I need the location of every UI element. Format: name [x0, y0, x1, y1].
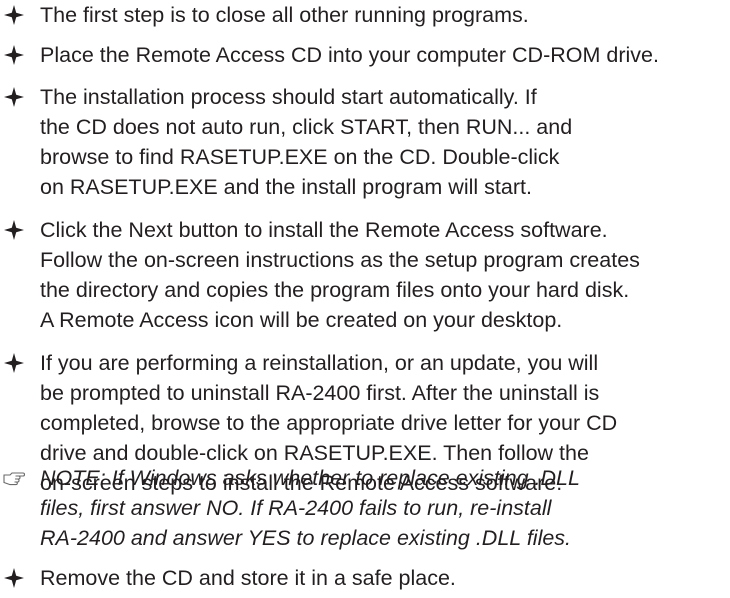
four-point-star-icon	[3, 40, 25, 70]
text-line: completed, browse to the appropriate dri…	[40, 411, 618, 435]
pointing-hand-icon	[3, 463, 25, 493]
four-point-star-icon	[3, 215, 25, 245]
text-line: be prompted to uninstall RA-2400 first. …	[40, 381, 600, 405]
four-point-star-icon	[3, 0, 25, 30]
step-text: Remove the CD and store it in a safe pla…	[40, 563, 730, 593]
four-point-star-icon	[3, 82, 25, 112]
text-line: on RASETUP.EXE and the install program w…	[40, 175, 532, 199]
text-line: Follow the on-screen instructions as the…	[40, 248, 640, 272]
step-text: Place the Remote Access CD into your com…	[40, 40, 730, 70]
text-line: files, first answer NO. If RA-2400 fails…	[40, 496, 552, 520]
four-point-star-icon	[3, 348, 25, 378]
text-line: The installation process should start au…	[40, 85, 537, 109]
note-text: NOTE: If Windows asks whether to replace…	[40, 463, 730, 553]
step-text: Click the Next button to install the Rem…	[40, 215, 730, 335]
text-line: A Remote Access icon will be created on …	[40, 308, 563, 332]
text-line: the CD does not auto run, click START, t…	[40, 115, 573, 139]
step-text: The first step is to close all other run…	[40, 0, 730, 30]
step-text: The installation process should start au…	[40, 82, 730, 202]
text-line: Place the Remote Access CD into your com…	[40, 43, 659, 67]
text-line: RA-2400 and answer YES to replace existi…	[40, 526, 572, 550]
text-line: Remove the CD and store it in a safe pla…	[40, 566, 456, 590]
text-line: the directory and copies the program fil…	[40, 278, 630, 302]
four-point-star-icon	[3, 563, 25, 593]
text-line: browse to find RASETUP.EXE on the CD. Do…	[40, 145, 560, 169]
text-line: NOTE: If Windows asks whether to replace…	[40, 466, 580, 490]
text-line: The first step is to close all other run…	[40, 3, 529, 27]
text-line: If you are performing a reinstallation, …	[40, 351, 599, 375]
text-line: Click the Next button to install the Rem…	[40, 218, 608, 242]
